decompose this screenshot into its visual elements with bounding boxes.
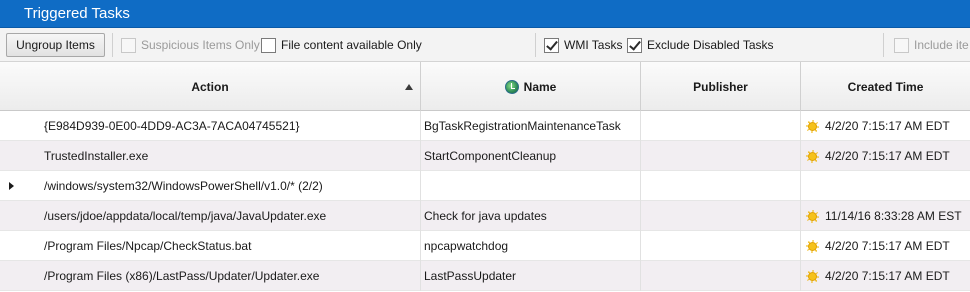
- table-row[interactable]: {E984D939-0E00-4DD9-AC3A-7ACA04745521} B…: [0, 111, 970, 141]
- column-header-name[interactable]: Name: [421, 62, 641, 111]
- name-cell: StartComponentCleanup: [421, 141, 641, 171]
- toolbar-separator: [535, 33, 536, 57]
- checkbox-label: Exclude Disabled Tasks: [647, 38, 774, 52]
- table-row[interactable]: /Program Files (x86)/LastPass/Updater/Up…: [0, 261, 970, 291]
- column-header-action[interactable]: Action: [0, 62, 421, 111]
- column-header-label: Name: [523, 79, 557, 94]
- title-bar: Triggered Tasks: [0, 0, 970, 28]
- created-time-text: 4/2/20 7:15:17 AM EDT: [825, 149, 950, 163]
- exclude-disabled-tasks-checkbox[interactable]: Exclude Disabled Tasks: [627, 37, 774, 53]
- checkbox-box[interactable]: [627, 37, 642, 53]
- window-title: Triggered Tasks: [24, 5, 130, 22]
- publisher-cell: [641, 141, 801, 171]
- publisher-cell: [641, 171, 801, 201]
- name-cell: Check for java updates: [421, 201, 641, 231]
- column-header-label: Created Time: [847, 79, 924, 94]
- task-status-icon: [504, 79, 519, 94]
- column-header-publisher[interactable]: Publisher: [641, 62, 801, 111]
- checkbox-box[interactable]: [261, 37, 276, 53]
- suspicious-items-only-checkbox[interactable]: Suspicious Items Only: [121, 37, 260, 53]
- checkbox-label: Include ite: [914, 38, 969, 52]
- include-items-checkbox[interactable]: Include ite: [894, 37, 969, 53]
- created-time-text: 4/2/20 7:15:17 AM EDT: [825, 239, 950, 253]
- created-time-cell: [801, 171, 970, 201]
- sun-icon: [806, 120, 819, 133]
- name-cell: BgTaskRegistrationMaintenanceTask: [421, 111, 641, 141]
- created-time-text: 4/2/20 7:15:17 AM EDT: [825, 119, 950, 133]
- sun-icon: [806, 270, 819, 283]
- toolbar: Ungroup Items Suspicious Items Only File…: [0, 28, 970, 62]
- publisher-cell: [641, 201, 801, 231]
- table-row[interactable]: TrustedInstaller.exe StartComponentClean…: [0, 141, 970, 171]
- publisher-cell: [641, 111, 801, 141]
- created-time-text: 11/14/16 8:33:28 AM EST: [825, 209, 962, 223]
- created-time-cell: 4/2/20 7:15:17 AM EDT: [801, 231, 970, 261]
- sort-ascending-icon: [405, 84, 413, 90]
- action-cell: /users/jdoe/appdata/local/temp/java/Java…: [0, 201, 421, 231]
- created-time-text: 4/2/20 7:15:17 AM EDT: [825, 269, 950, 283]
- file-content-available-only-checkbox[interactable]: File content available Only: [261, 37, 422, 53]
- sun-icon: [806, 240, 819, 253]
- publisher-cell: [641, 231, 801, 261]
- column-header-label: Action: [191, 79, 229, 94]
- created-time-cell: 11/14/16 8:33:28 AM EST: [801, 201, 970, 231]
- name-cell: LastPassUpdater: [421, 261, 641, 291]
- checkbox-box[interactable]: [544, 37, 559, 53]
- column-header-label: Publisher: [693, 79, 748, 94]
- checkbox-label: File content available Only: [281, 38, 422, 52]
- checkbox-box[interactable]: [894, 37, 909, 53]
- name-cell: [421, 171, 641, 201]
- sun-icon: [806, 210, 819, 223]
- wmi-tasks-checkbox[interactable]: WMI Tasks: [544, 37, 622, 53]
- sun-icon: [806, 150, 819, 163]
- publisher-cell: [641, 261, 801, 291]
- action-cell: /windows/system32/WindowsPowerShell/v1.0…: [0, 171, 421, 201]
- checkbox-label: WMI Tasks: [564, 38, 623, 52]
- action-cell: /Program Files/Npcap/CheckStatus.bat: [0, 231, 421, 261]
- table-row[interactable]: /users/jdoe/appdata/local/temp/java/Java…: [0, 201, 970, 231]
- ungroup-items-button[interactable]: Ungroup Items: [6, 33, 105, 57]
- created-time-cell: 4/2/20 7:15:17 AM EDT: [801, 111, 970, 141]
- table-header: Action Name Publisher Created Time: [0, 62, 970, 111]
- created-time-cell: 4/2/20 7:15:17 AM EDT: [801, 141, 970, 171]
- created-time-cell: 4/2/20 7:15:17 AM EDT: [801, 261, 970, 291]
- action-cell: /Program Files (x86)/LastPass/Updater/Up…: [0, 261, 421, 291]
- checkbox-label: Suspicious Items Only: [141, 38, 260, 52]
- action-cell: TrustedInstaller.exe: [0, 141, 421, 171]
- table-row[interactable]: /Program Files/Npcap/CheckStatus.bat npc…: [0, 231, 970, 261]
- checkbox-box[interactable]: [121, 37, 136, 53]
- table-row-group[interactable]: /windows/system32/WindowsPowerShell/v1.0…: [0, 171, 970, 201]
- name-cell: npcapwatchdog: [421, 231, 641, 261]
- column-header-created-time[interactable]: Created Time: [801, 62, 970, 111]
- toolbar-separator: [883, 33, 884, 57]
- toolbar-separator: [112, 33, 113, 57]
- action-cell: {E984D939-0E00-4DD9-AC3A-7ACA04745521}: [0, 111, 421, 141]
